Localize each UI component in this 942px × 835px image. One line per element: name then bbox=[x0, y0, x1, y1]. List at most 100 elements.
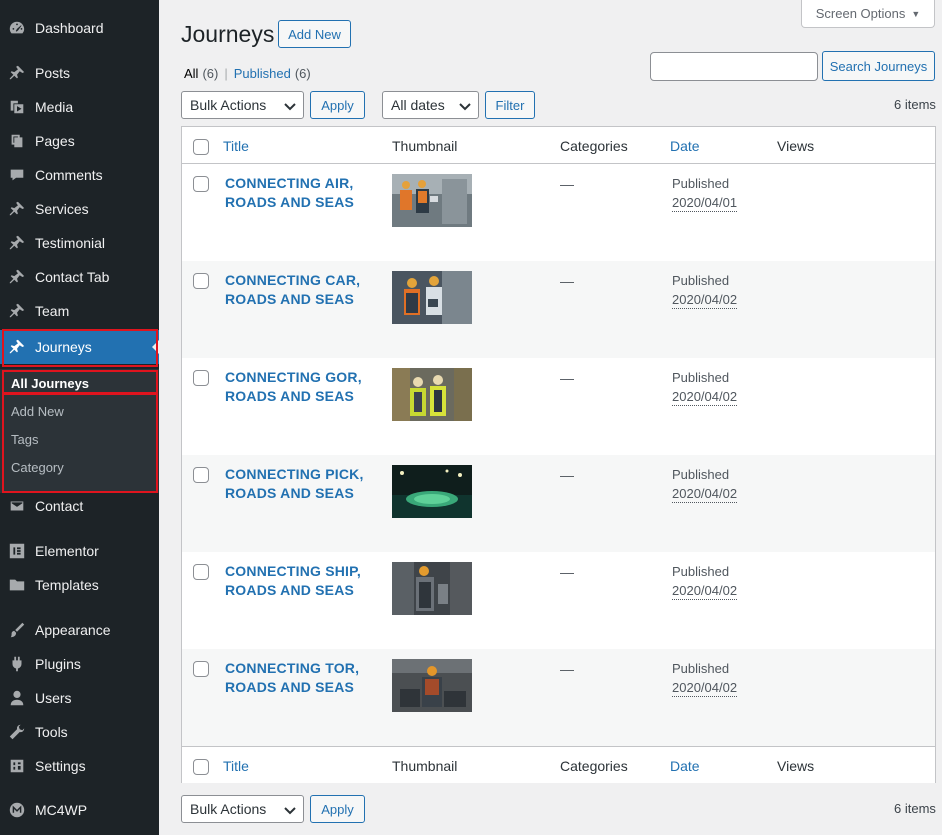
submenu-add-new[interactable]: Add New bbox=[11, 404, 64, 419]
bulk-actions-value: Bulk Actions bbox=[190, 801, 267, 817]
sidebar-item-comments[interactable]: Comments bbox=[0, 158, 159, 192]
pin-icon bbox=[7, 63, 27, 83]
dashboard-icon bbox=[7, 18, 27, 38]
column-thumbnail: Thumbnail bbox=[392, 758, 458, 774]
sidebar-item-mc4wp[interactable]: MC4WP bbox=[0, 793, 159, 827]
sidebar-item-users[interactable]: Users bbox=[0, 681, 159, 715]
comments-icon bbox=[7, 165, 27, 185]
column-date[interactable]: Date bbox=[670, 758, 700, 774]
apply-button-bottom[interactable]: Apply bbox=[310, 795, 365, 823]
submenu-category[interactable]: Category bbox=[11, 460, 64, 475]
column-views: Views bbox=[777, 138, 815, 154]
select-all-checkbox-footer[interactable] bbox=[193, 759, 209, 775]
sidebar-item-label: Dashboard bbox=[35, 20, 104, 36]
pin-icon bbox=[7, 233, 27, 253]
row-title-link[interactable]: CONNECTING AIR, ROADS AND SEAS bbox=[225, 174, 365, 212]
sidebar-item-label: Settings bbox=[35, 758, 86, 774]
table-footer: Title Thumbnail Categories Date Views bbox=[182, 746, 935, 783]
pin-icon bbox=[7, 199, 27, 219]
sidebar-item-team[interactable]: Team bbox=[0, 294, 159, 328]
column-date[interactable]: Date bbox=[670, 138, 700, 154]
row-categories: — bbox=[560, 176, 574, 192]
table-row: CONNECTING TOR, ROADS AND SEAS — Publish… bbox=[182, 649, 935, 746]
settings-icon bbox=[7, 756, 27, 776]
row-date: 2020/04/02 bbox=[672, 292, 738, 309]
table-row: CONNECTING CAR, ROADS AND SEAS — Publish… bbox=[182, 261, 935, 358]
sidebar-item-contact[interactable]: Contact bbox=[0, 489, 159, 523]
sidebar-item-testimonial[interactable]: Testimonial bbox=[0, 226, 159, 260]
submenu-all-journeys[interactable]: All Journeys bbox=[11, 376, 89, 391]
screen-options-button[interactable]: Screen Options ▼ bbox=[801, 0, 935, 28]
wrench-icon bbox=[7, 722, 27, 742]
row-title-link[interactable]: CONNECTING TOR, ROADS AND SEAS bbox=[225, 659, 365, 697]
sidebar-item-label: Comments bbox=[35, 167, 103, 183]
elementor-icon bbox=[7, 541, 27, 561]
submenu-tags[interactable]: Tags bbox=[11, 432, 38, 447]
sidebar-item-appearance[interactable]: Appearance bbox=[0, 613, 159, 647]
table-row: CONNECTING PICK, ROADS AND SEAS — Publis… bbox=[182, 455, 935, 552]
row-checkbox[interactable] bbox=[193, 467, 209, 483]
thumbnail-image[interactable] bbox=[392, 465, 472, 518]
row-checkbox[interactable] bbox=[193, 661, 209, 677]
row-date: 2020/04/02 bbox=[672, 583, 738, 600]
sidebar-item-services[interactable]: Services bbox=[0, 192, 159, 226]
sidebar-item-templates[interactable]: Templates bbox=[0, 568, 159, 602]
row-status: Published bbox=[672, 661, 730, 676]
row-categories: — bbox=[560, 273, 574, 289]
sidebar-item-label: Posts bbox=[35, 65, 71, 81]
row-title-link[interactable]: CONNECTING SHIP, ROADS AND SEAS bbox=[225, 562, 365, 600]
view-all-link[interactable]: All bbox=[184, 66, 198, 81]
sidebar-item-label: MC4WP bbox=[35, 802, 88, 818]
sidebar-item-contact-tab[interactable]: Contact Tab bbox=[0, 260, 159, 294]
view-separator: | bbox=[224, 66, 228, 81]
row-checkbox[interactable] bbox=[193, 273, 209, 289]
sidebar-item-label: Testimonial bbox=[35, 235, 106, 251]
users-icon bbox=[7, 688, 27, 708]
page-title: Journeys bbox=[181, 21, 275, 47]
search-journeys-button[interactable]: Search Journeys bbox=[822, 51, 935, 81]
column-title[interactable]: Title bbox=[223, 138, 249, 154]
row-date: 2020/04/02 bbox=[672, 486, 738, 503]
dates-select[interactable]: All dates bbox=[382, 91, 479, 119]
bulk-actions-select-bottom[interactable]: Bulk Actions bbox=[181, 795, 304, 823]
search-input[interactable] bbox=[650, 52, 818, 81]
row-checkbox[interactable] bbox=[193, 564, 209, 580]
select-all-checkbox[interactable] bbox=[193, 139, 209, 155]
sidebar-item-pages[interactable]: Pages bbox=[0, 124, 159, 158]
pages-icon bbox=[7, 131, 27, 151]
row-checkbox[interactable] bbox=[193, 370, 209, 386]
row-checkbox[interactable] bbox=[193, 176, 209, 192]
thumbnail-image[interactable] bbox=[392, 562, 472, 615]
sidebar-item-plugins[interactable]: Plugins bbox=[0, 647, 159, 681]
sidebar-item-elementor[interactable]: Elementor bbox=[0, 534, 159, 568]
mail-icon bbox=[7, 496, 27, 516]
view-published-count: (6) bbox=[294, 66, 311, 81]
folder-icon bbox=[7, 575, 27, 595]
row-title-link[interactable]: CONNECTING GOR, ROADS AND SEAS bbox=[225, 368, 365, 406]
sidebar-item-posts[interactable]: Posts bbox=[0, 56, 159, 90]
filter-button[interactable]: Filter bbox=[485, 91, 535, 119]
pin-icon bbox=[7, 267, 27, 287]
thumbnail-image[interactable] bbox=[392, 368, 472, 421]
sidebar-item-media[interactable]: Media bbox=[0, 90, 159, 124]
thumbnail-image[interactable] bbox=[392, 174, 472, 227]
row-date: 2020/04/01 bbox=[672, 195, 738, 212]
sidebar-item-journeys[interactable]: Journeys bbox=[0, 330, 159, 364]
thumbnail-image[interactable] bbox=[392, 659, 472, 712]
sidebar-item-tools[interactable]: Tools bbox=[0, 715, 159, 749]
sidebar-item-label: Team bbox=[35, 303, 70, 319]
apply-button[interactable]: Apply bbox=[310, 91, 365, 119]
sidebar-item-label: Tools bbox=[35, 724, 68, 740]
sidebar-item-dashboard[interactable]: Dashboard bbox=[0, 11, 159, 45]
column-title[interactable]: Title bbox=[223, 758, 249, 774]
sidebar-item-label: Templates bbox=[35, 577, 99, 593]
thumbnail-image[interactable] bbox=[392, 271, 472, 324]
add-new-button[interactable]: Add New bbox=[278, 20, 351, 48]
column-categories: Categories bbox=[560, 138, 628, 154]
bulk-actions-select[interactable]: Bulk Actions bbox=[181, 91, 304, 119]
table-row: CONNECTING SHIP, ROADS AND SEAS — Publis… bbox=[182, 552, 935, 649]
view-published-link[interactable]: Published bbox=[234, 66, 291, 81]
sidebar-item-settings[interactable]: Settings bbox=[0, 749, 159, 783]
row-title-link[interactable]: CONNECTING PICK, ROADS AND SEAS bbox=[225, 465, 365, 503]
row-title-link[interactable]: CONNECTING CAR, ROADS AND SEAS bbox=[225, 271, 365, 309]
